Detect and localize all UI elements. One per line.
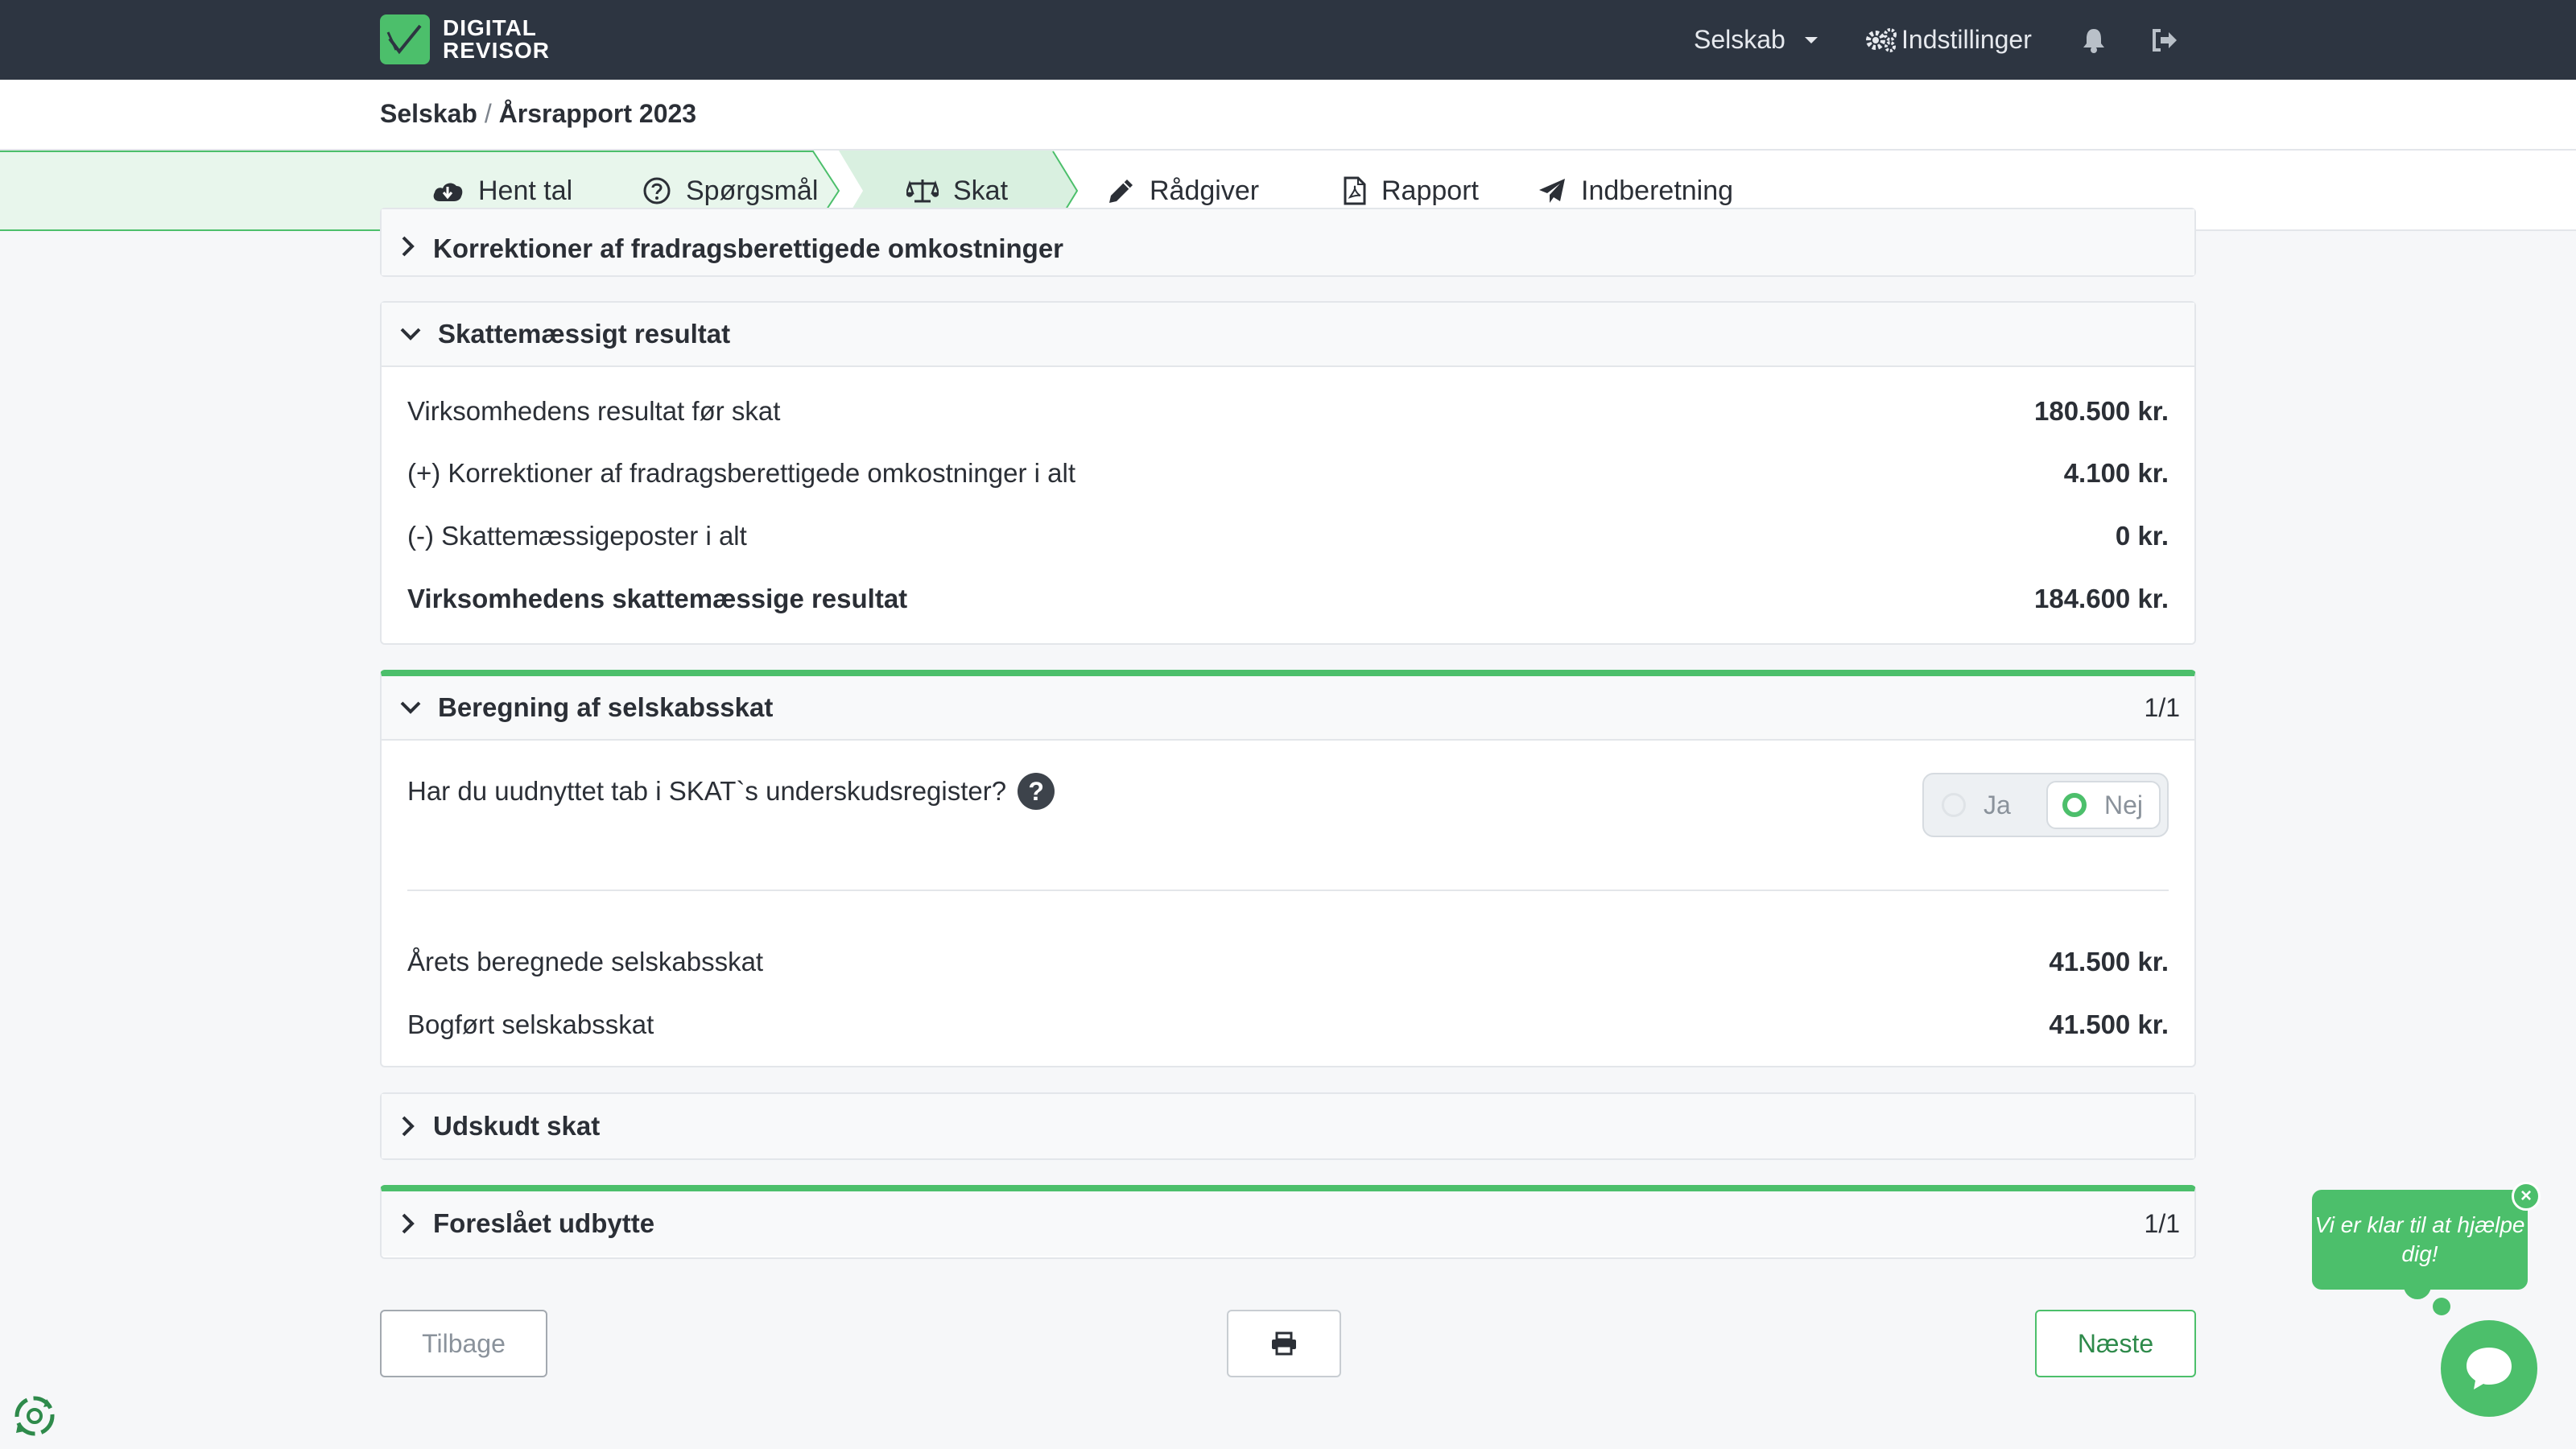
yes-no-toggle[interactable]: Ja Nej (1922, 773, 2169, 837)
balance-scale-icon (906, 180, 939, 203)
gears-icon (1866, 27, 1897, 52)
settings-link[interactable]: Indstillinger (1864, 0, 2032, 80)
result-row: Virksomhedens resultat før skat 180.500 … (407, 396, 2169, 427)
sign-out-icon (2153, 28, 2177, 52)
print-icon (1272, 1331, 1296, 1356)
logo-check-icon (380, 14, 430, 64)
breadcrumb-separator: / (484, 99, 492, 128)
card-header[interactable]: Foreslået udbytte 1/1 (382, 1191, 2194, 1256)
result-row: (-) Skattemæssigeposter i alt 0 kr. (407, 521, 2169, 551)
card-title: Beregning af selskabsskat (438, 692, 774, 722)
question-text: Har du uudnyttet tab i SKAT`s underskuds… (407, 776, 1007, 806)
top-navbar: DIGITAL REVISOR Selskab Indstillinger (0, 0, 2576, 80)
card-header[interactable]: Skattemæssigt resultat (382, 303, 2194, 367)
tab-label: Indberetning (1581, 175, 1734, 206)
chat-launcher-button[interactable] (2441, 1320, 2537, 1417)
tax-row: Årets beregnede selskabsskat 41.500 kr. (407, 947, 2169, 977)
card-count: 1/1 (2144, 1208, 2180, 1238)
row-label: Virksomhedens skattemæssige resultat (407, 584, 908, 613)
paper-plane-icon (1539, 179, 1565, 203)
card-title: Skattemæssigt resultat (438, 319, 731, 349)
back-button[interactable]: Tilbage (380, 1310, 547, 1377)
logo-text: DIGITAL REVISOR (443, 17, 550, 62)
tab-label: Rapport (1381, 175, 1479, 206)
option-ja-label: Ja (1984, 790, 2011, 819)
next-button[interactable]: Næste (2035, 1310, 2196, 1377)
radio-nej[interactable] (2062, 793, 2087, 817)
chevron-down-icon (400, 701, 421, 714)
caret-down-icon (1804, 36, 1818, 43)
question-circle-icon (643, 177, 671, 204)
result-row: (+) Korrektioner af fradragsberettigede … (407, 458, 2169, 489)
row-value: 41.500 kr. (2049, 1009, 2169, 1039)
row-value: 0 kr. (2115, 521, 2169, 551)
card-title: Korrektioner af fradragsberettigede omko… (433, 233, 1064, 263)
print-button[interactable] (1227, 1310, 1341, 1377)
radio-ja[interactable] (1942, 793, 1966, 817)
app-logo[interactable]: DIGITAL REVISOR (380, 14, 550, 64)
chevron-right-icon (402, 236, 415, 257)
row-label: Virksomhedens resultat før skat (407, 396, 781, 426)
recycle-icon[interactable] (11, 1393, 58, 1443)
row-value: 184.600 kr. (2034, 584, 2169, 613)
tab-label: Hent tal (478, 175, 573, 206)
row-label: (+) Korrektioner af fradragsberettigede … (407, 458, 1075, 488)
breadcrumb-bar: Selskab / Årsrapport 2023 (0, 80, 2576, 151)
option-ja[interactable]: Ja (1942, 781, 2011, 829)
loss-question: Har du uudnyttet tab i SKAT`s underskuds… (407, 773, 1055, 810)
option-nej[interactable]: Nej (2046, 781, 2161, 829)
row-label: (-) Skattemæssigeposter i alt (407, 521, 747, 551)
card-skattemaessigt-resultat: Skattemæssigt resultat Virksomhedens res… (380, 301, 2196, 645)
breadcrumb: Selskab / Årsrapport 2023 (380, 99, 696, 129)
card-title: Foreslået udbytte (433, 1208, 655, 1238)
row-value: 4.100 kr. (2063, 458, 2169, 488)
close-icon[interactable]: × (2512, 1182, 2541, 1211)
tax-row: Bogført selskabsskat 41.500 kr. (407, 1009, 2169, 1040)
cloud-download-icon (433, 183, 463, 201)
chat-icon (2467, 1348, 2512, 1389)
row-label: Bogført selskabsskat (407, 1009, 654, 1039)
logo-line-2: REVISOR (443, 38, 551, 63)
company-dropdown-label: Selskab (1694, 25, 1785, 54)
card-header[interactable]: Beregning af selskabsskat 1/1 (382, 676, 2194, 741)
card-foreslaaet-udbytte[interactable]: Foreslået udbytte 1/1 (380, 1185, 2196, 1259)
bubble-tail-dot (2433, 1298, 2450, 1315)
card-header[interactable]: Korrektioner af fradragsberettigede omko… (382, 209, 2194, 275)
card-beregning-selskabsskat: Beregning af selskabsskat 1/1 Har du uud… (380, 670, 2196, 1067)
logout-button[interactable] (2151, 0, 2178, 80)
row-label: Årets beregnede selskabsskat (407, 947, 764, 976)
logo-line-1: DIGITAL (443, 15, 537, 40)
divider (407, 890, 2169, 891)
bubble-tail-dot (2404, 1272, 2431, 1299)
help-icon[interactable]: ? (1018, 773, 1055, 810)
card-title: Udskudt skat (433, 1111, 601, 1141)
card-header[interactable]: Udskudt skat (382, 1094, 2194, 1158)
tab-label: Rådgiver (1150, 175, 1260, 206)
chevron-right-icon (402, 1116, 415, 1137)
card-udskudt-skat[interactable]: Udskudt skat (380, 1092, 2196, 1160)
row-value: 41.500 kr. (2049, 947, 2169, 976)
row-value: 180.500 kr. (2034, 396, 2169, 426)
breadcrumb-current: Årsrapport 2023 (498, 99, 697, 128)
tab-label: Spørgsmål (686, 175, 819, 206)
pencil-icon (1109, 180, 1133, 203)
breadcrumb-parent[interactable]: Selskab (380, 99, 477, 128)
chevron-right-icon (402, 1213, 415, 1234)
tab-label: Skat (953, 175, 1009, 206)
chevron-down-icon (400, 328, 421, 341)
result-total-row: Virksomhedens skattemæssige resultat 184… (407, 584, 2169, 614)
settings-label: Indstillinger (1901, 25, 2032, 54)
bell-icon (2083, 28, 2104, 53)
option-nej-label: Nej (2104, 790, 2144, 819)
notifications-button[interactable] (2082, 0, 2106, 80)
file-pdf-icon (1344, 176, 1366, 205)
company-dropdown[interactable]: Selskab (1694, 0, 1819, 80)
card-korrektioner[interactable]: Korrektioner af fradragsberettigede omko… (380, 208, 2196, 277)
card-count: 1/1 (2144, 692, 2180, 722)
